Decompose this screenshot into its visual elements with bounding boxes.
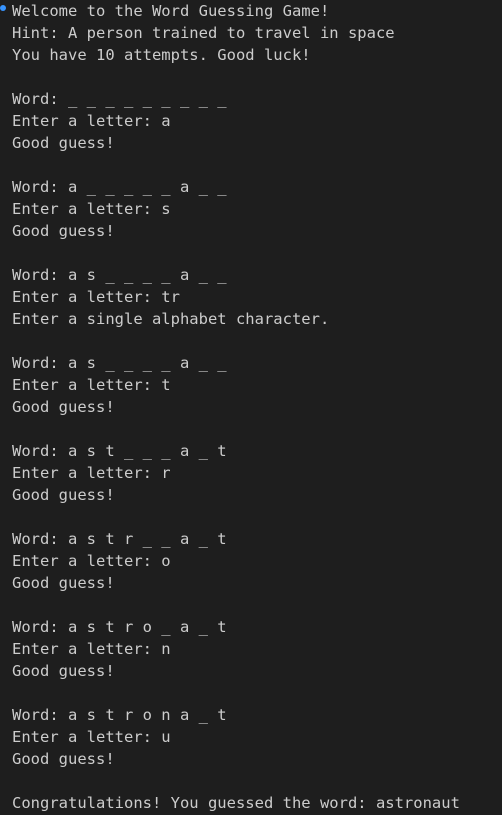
feedback-line: Good guess! xyxy=(12,486,115,504)
feedback-line: Good guess! xyxy=(12,222,115,240)
input-line: Enter a letter: n xyxy=(12,640,171,658)
input-line: Enter a letter: u xyxy=(12,728,171,746)
error-line: Enter a single alphabet character. xyxy=(12,310,330,328)
feedback-line: Good guess! xyxy=(12,134,115,152)
congratulations-line: Congratulations! You guessed the word: a… xyxy=(12,794,460,812)
feedback-line: Good guess! xyxy=(12,398,115,416)
feedback-line: Good guess! xyxy=(12,574,115,592)
word-line: Word: a s t r o _ a _ t xyxy=(12,618,227,636)
terminal-lines: Welcome to the Word Guessing Game! Hint:… xyxy=(12,0,500,814)
welcome-line: Welcome to the Word Guessing Game! xyxy=(12,2,330,20)
word-line: Word: a s t r _ _ a _ t xyxy=(12,530,227,548)
word-line: Word: a s _ _ _ _ a _ _ xyxy=(12,266,227,284)
input-line: Enter a letter: o xyxy=(12,552,171,570)
feedback-line: Good guess! xyxy=(12,750,115,768)
command-decoration-icon[interactable] xyxy=(0,5,6,11)
input-line: Enter a letter: s xyxy=(12,200,171,218)
hint-line: Hint: A person trained to travel in spac… xyxy=(12,24,395,42)
input-line: Enter a letter: t xyxy=(12,376,171,394)
word-line: Word: a s _ _ _ _ a _ _ xyxy=(12,354,227,372)
word-line: Word: a s t _ _ _ a _ t xyxy=(12,442,227,460)
word-line: Word: _ _ _ _ _ _ _ _ _ xyxy=(12,90,227,108)
terminal-output[interactable]: Welcome to the Word Guessing Game! Hint:… xyxy=(0,0,502,815)
input-line: Enter a letter: a xyxy=(12,112,171,130)
feedback-line: Good guess! xyxy=(12,662,115,680)
attempts-line: You have 10 attempts. Good luck! xyxy=(12,46,311,64)
word-line: Word: a _ _ _ _ _ a _ _ xyxy=(12,178,227,196)
input-line: Enter a letter: r xyxy=(12,464,171,482)
word-line: Word: a s t r o n a _ t xyxy=(12,706,227,724)
input-line: Enter a letter: tr xyxy=(12,288,180,306)
